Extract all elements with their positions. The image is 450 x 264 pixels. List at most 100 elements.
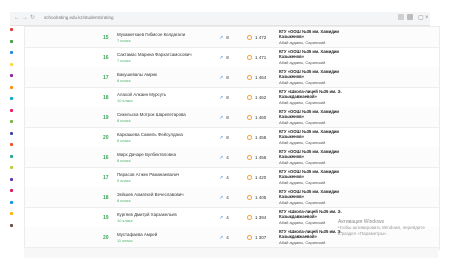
back-icon[interactable]: ←	[14, 14, 20, 22]
stat-value: 8	[226, 95, 229, 100]
taskbar-app-icon[interactable]	[10, 51, 13, 54]
taskbar-app-icon[interactable]	[10, 97, 13, 100]
taskbar-app-icon[interactable]	[10, 131, 13, 135]
grade-label: 8 класс	[117, 78, 131, 83]
score-cell: 1 472	[247, 35, 266, 40]
student-name[interactable]: Каркашева Самель Фейсулдана	[117, 132, 183, 137]
student-name[interactable]: Мирх Дачаре Булбектвловна	[117, 152, 176, 157]
close-icon[interactable]: ×	[425, 14, 429, 22]
score-icon	[247, 155, 252, 160]
student-name[interactable]: Мухаметкаев Гибмсое Келдагали	[117, 32, 185, 37]
table-row[interactable]: 17 Бакушевалы Амрик 8 класс ↗ 8 1 464 КГУ…	[25, 67, 439, 88]
region-label: Абай ауданы, Саринский	[279, 140, 326, 145]
score-icon	[247, 175, 252, 180]
region-label: Абай ауданы, Саринский	[279, 160, 326, 165]
reload-icon[interactable]: ↻	[30, 14, 35, 22]
taskbar-app-icon[interactable]	[10, 223, 13, 227]
windows-activation-notice: Активация Windows Чтобы активировать Win…	[338, 219, 428, 237]
grade-label: 8 класс	[117, 118, 131, 123]
table-row[interactable]: 18 Зейшев Ахматкей Вечеславович 8 класс …	[25, 187, 439, 208]
student-name[interactable]: Зейшев Ахматкей Вечеславович	[117, 192, 184, 197]
taskbar-app-icon[interactable]	[10, 62, 13, 66]
table-row[interactable]: 17 Пирасов Атжек Раманаевалич 9 класс ↗ 4…	[25, 167, 439, 188]
stat-value: 8	[226, 115, 229, 120]
chart-icon: ↗	[219, 175, 224, 181]
maximize-icon[interactable]: ▢	[418, 14, 424, 22]
extension-icon[interactable]	[407, 14, 413, 20]
stat-cell: ↗ 4	[219, 155, 229, 161]
score-icon	[247, 115, 252, 120]
region-label: Абай ауданы, Саринский	[279, 80, 326, 85]
score-value: 1 472	[255, 35, 267, 40]
forward-icon[interactable]: →	[22, 14, 28, 22]
score-value: 1 460	[255, 115, 267, 120]
taskbar-app-icon[interactable]	[10, 74, 13, 77]
score-cell: 1 464	[247, 75, 266, 80]
chart-icon: ↗	[219, 155, 224, 161]
taskbar-app-icon[interactable]	[10, 39, 13, 43]
taskbar-app-icon[interactable]	[10, 189, 13, 192]
rating-table: 15 Мухаметкаев Гибмсое Келдагали 7 класс…	[24, 26, 440, 250]
stat-cell: ↗ 8	[219, 95, 229, 101]
grade-label: 8 класс	[117, 138, 131, 143]
page-footer	[24, 248, 438, 258]
score-value: 1 394	[255, 215, 267, 220]
region-label: Абай ауданы, Саринский	[279, 180, 326, 185]
rank-cell: 15	[103, 35, 109, 41]
chart-icon: ↗	[219, 135, 224, 141]
taskbar-app-icon[interactable]	[10, 212, 13, 215]
school-name: КГУ «Школа-лицей №35 им. Э. Казыкдавжаев…	[279, 89, 342, 99]
taskbar-app-icon[interactable]	[10, 200, 13, 204]
taskbar-app-icon[interactable]	[10, 108, 13, 112]
student-name[interactable]: Бакушевалы Амрик	[117, 72, 157, 77]
extension-icon[interactable]	[398, 14, 404, 20]
grade-label: 8 класс	[117, 158, 131, 163]
table-row[interactable]: 16 Мирх Дачаре Булбектвловна 8 класс ↗ 4 …	[25, 147, 439, 168]
score-value: 1 405	[255, 195, 267, 200]
score-value: 1 462	[255, 95, 267, 100]
taskbar-rail	[9, 28, 15, 236]
score-cell: 1 307	[247, 235, 266, 240]
grade-label: 8 класс	[117, 198, 131, 203]
student-name[interactable]: Сактамас Марина Фархатсамосович	[117, 52, 192, 57]
score-cell: 1 458	[247, 135, 266, 140]
grade-label: 10 класс	[117, 218, 133, 223]
browser-toolbar: ← → ↻ schoolrating.edu.kz/students/ratin…	[10, 12, 430, 26]
taskbar-app-icon[interactable]	[10, 177, 13, 181]
score-value: 1 456	[255, 155, 267, 160]
student-name[interactable]: Сикельска Мотрок Шарепетарова	[117, 112, 186, 117]
taskbar-app-icon[interactable]	[10, 120, 13, 123]
address-bar[interactable]: schoolrating.edu.kz/students/rating	[44, 15, 114, 20]
taskbar-app-icon[interactable]	[10, 143, 13, 146]
region-label: Абай ауданы, Саринский	[279, 240, 326, 245]
student-name[interactable]: Мустафаева Амрей	[117, 232, 157, 237]
taskbar-app-icon[interactable]	[10, 154, 13, 158]
taskbar-app-icon[interactable]	[10, 85, 13, 89]
stat-cell: ↗ 8	[219, 55, 229, 61]
table-row[interactable]: 19 Сикельска Мотрок Шарепетарова 8 класс…	[25, 107, 439, 128]
table-row[interactable]: 18 Алахой Алкаин Мурсуть 10 класс ↗ 8 1 4…	[25, 87, 439, 108]
table-row[interactable]: 20 Каркашева Самель Фейсулдана 8 класс ↗…	[25, 127, 439, 148]
stat-value: 8	[226, 135, 229, 140]
score-value: 1 464	[255, 75, 267, 80]
student-name[interactable]: Алахой Алкаин Мурсуть	[117, 92, 166, 97]
table-row[interactable]: 15 Мухаметкаев Гибмсое Келдагали 7 класс…	[25, 27, 439, 48]
score-cell: 1 471	[247, 55, 266, 60]
student-name[interactable]: Кургяев Дмитрй Харзакельев	[117, 212, 177, 217]
region-label: Абай ауданы, Саринский	[279, 60, 326, 65]
stat-cell: ↗ 8	[219, 115, 229, 121]
rank-cell: 17	[103, 175, 109, 181]
score-icon	[247, 135, 252, 140]
taskbar-app-icon[interactable]	[10, 28, 13, 31]
table-row[interactable]: 16 Сактамас Марина Фархатсамосович 7 кла…	[25, 47, 439, 68]
student-name[interactable]: Пирасов Атжек Раманаевалич	[117, 172, 179, 177]
school-name: КГУ «ООШ №35 им. Хамидии Казыкенов»	[279, 169, 340, 179]
chart-icon: ↗	[219, 195, 224, 201]
score-icon	[247, 35, 252, 40]
taskbar-app-icon[interactable]	[10, 166, 13, 169]
school-name: КГУ «ООШ №35 им. Хамидии Казыкенов»	[279, 149, 340, 159]
score-value: 1 471	[255, 55, 267, 60]
stat-value: 4	[226, 175, 229, 180]
grade-label: 10 класс	[117, 98, 133, 103]
grade-label: 11 класс	[117, 238, 133, 243]
